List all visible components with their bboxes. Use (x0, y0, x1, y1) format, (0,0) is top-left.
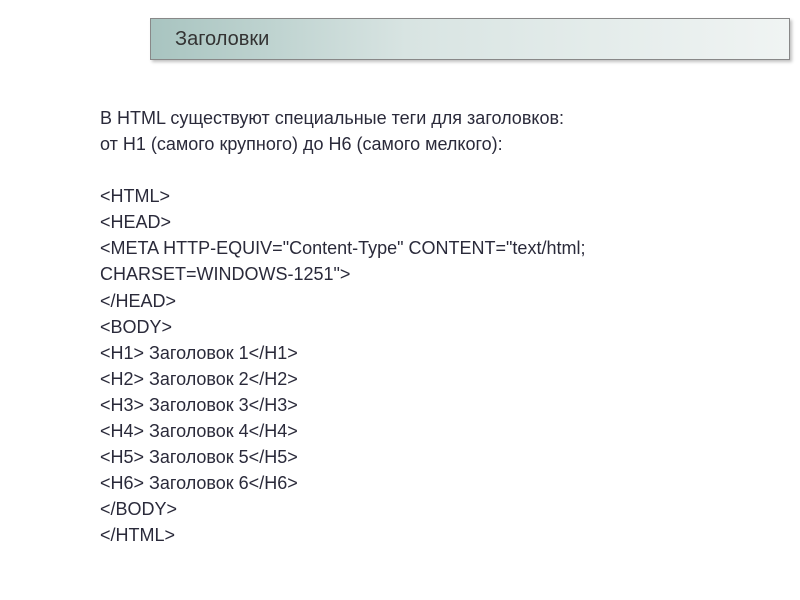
code-line: <HTML> (100, 183, 760, 209)
code-line: <H5> Заголовок 5</H5> (100, 444, 760, 470)
code-example: <HTML> <HEAD> <META HTTP-EQUIV="Content-… (100, 183, 760, 548)
slide-content: В HTML существуют специальные теги для з… (100, 105, 760, 549)
code-line: </BODY> (100, 496, 760, 522)
code-line: <H6> Заголовок 6</H6> (100, 470, 760, 496)
code-line: <H1> Заголовок 1</H1> (100, 340, 760, 366)
slide-title: Заголовки (175, 28, 269, 51)
intro-line-2: от H1 (самого крупного) до H6 (самого ме… (100, 131, 760, 157)
intro-line-1: В HTML существуют специальные теги для з… (100, 105, 760, 131)
code-line: <BODY> (100, 314, 760, 340)
intro-text: В HTML существуют специальные теги для з… (100, 105, 760, 157)
code-line: <H4> Заголовок 4</H4> (100, 418, 760, 444)
code-line: </HEAD> (100, 288, 760, 314)
slide-title-bar: Заголовки (150, 18, 790, 60)
code-line: CHARSET=WINDOWS-1251"> (100, 261, 760, 287)
code-line: <HEAD> (100, 209, 760, 235)
code-line: <META HTTP-EQUIV="Content-Type" CONTENT=… (100, 235, 760, 261)
code-line: <H2> Заголовок 2</H2> (100, 366, 760, 392)
code-line: <H3> Заголовок 3</H3> (100, 392, 760, 418)
code-line: </HTML> (100, 522, 760, 548)
